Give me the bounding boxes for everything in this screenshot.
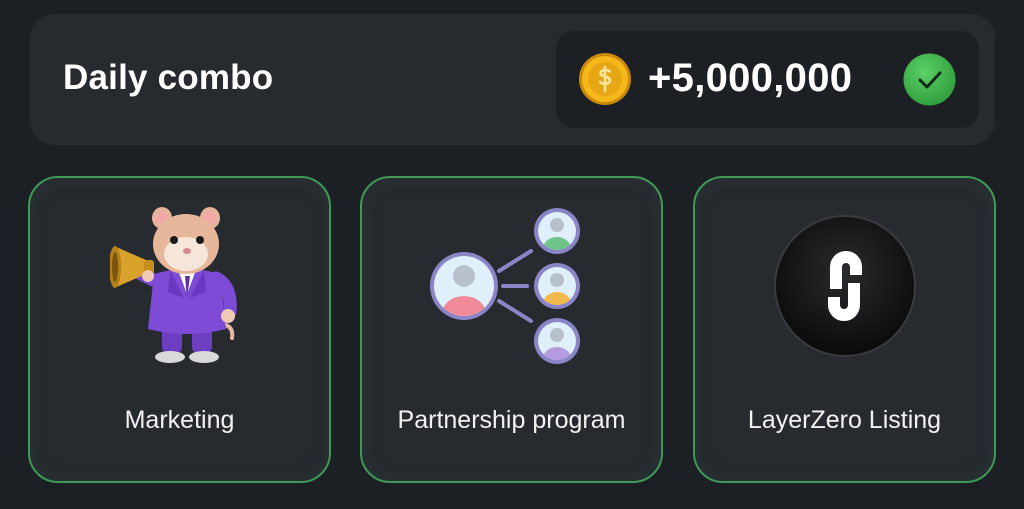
- combo-card-partnership-program[interactable]: Partnership program: [360, 176, 663, 483]
- hamster-megaphone-icon: [109, 206, 237, 363]
- daily-combo-bar: Daily combo +5,000,000: [30, 14, 995, 145]
- layerzero-logo-icon: [773, 215, 916, 357]
- card-label: LayerZero Listing: [747, 406, 942, 434]
- combo-card-layerzero-listing[interactable]: LayerZero Listing: [693, 176, 996, 483]
- daily-combo-title: Daily combo: [63, 58, 274, 97]
- card-label: Partnership program: [397, 406, 626, 434]
- card-label: Marketing: [124, 406, 235, 434]
- reward-amount: +5,000,000: [648, 56, 853, 100]
- check-icon: [903, 53, 956, 106]
- combo-card-marketing[interactable]: Marketing: [28, 176, 331, 483]
- reward-pill: +5,000,000: [556, 31, 979, 128]
- coin-icon: [579, 53, 631, 105]
- referral-network-icon: [429, 208, 580, 364]
